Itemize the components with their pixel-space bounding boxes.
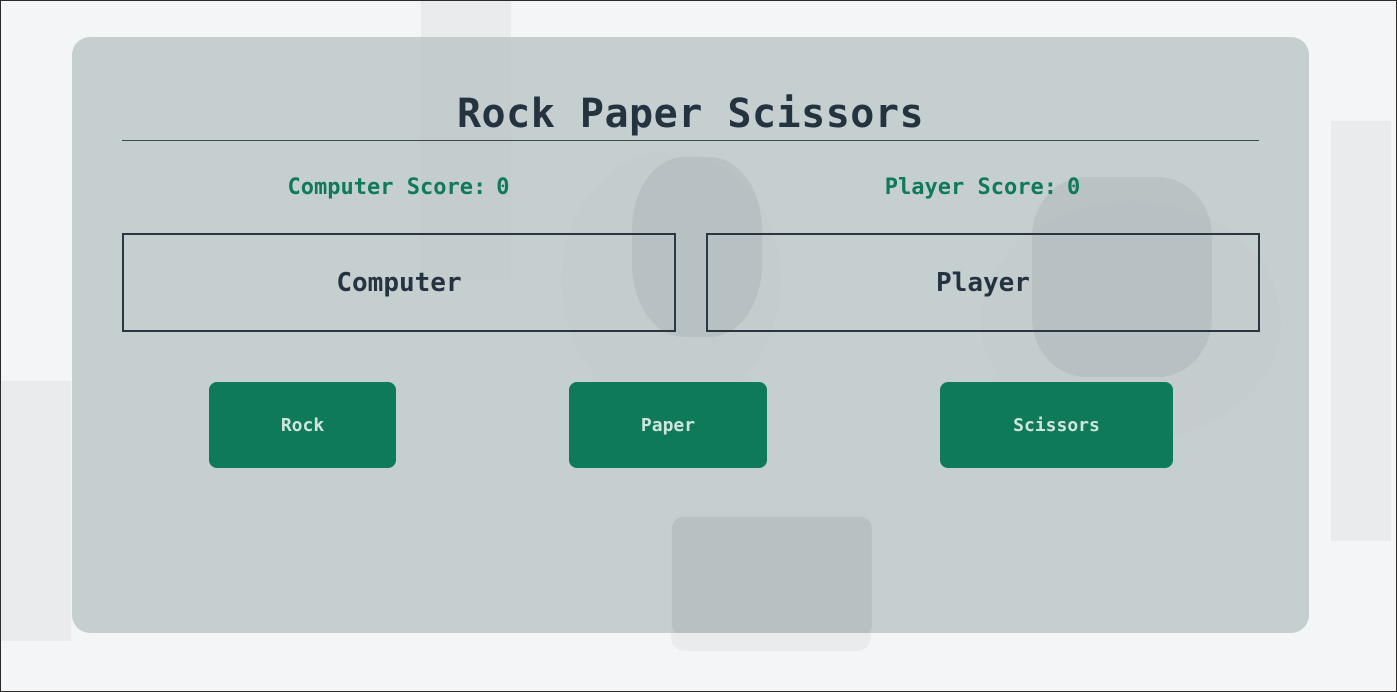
- computer-score-value: 0: [496, 175, 510, 200]
- rock-button[interactable]: Rock: [209, 382, 396, 468]
- page-title: Rock Paper Scissors: [456, 91, 925, 137]
- player-score-label: Player Score:: [884, 175, 1057, 200]
- scissors-button[interactable]: Scissors: [940, 382, 1173, 468]
- computer-panel-label: Computer: [336, 267, 462, 298]
- player-choice-panel: Player: [706, 233, 1260, 332]
- player-score-value: 0: [1066, 175, 1081, 200]
- computer-score-label: Computer Score:: [287, 175, 487, 200]
- player-score: Player Score: 0: [706, 173, 1259, 203]
- game-card: Rock Paper Scissors Computer Score: 0 Pla…: [72, 37, 1309, 633]
- title-divider: [122, 140, 1259, 141]
- computer-choice-panel: Computer: [122, 233, 676, 332]
- computer-score: Computer Score: 0: [122, 173, 675, 203]
- paper-button[interactable]: Paper: [569, 382, 767, 468]
- player-panel-label: Player: [936, 267, 1030, 298]
